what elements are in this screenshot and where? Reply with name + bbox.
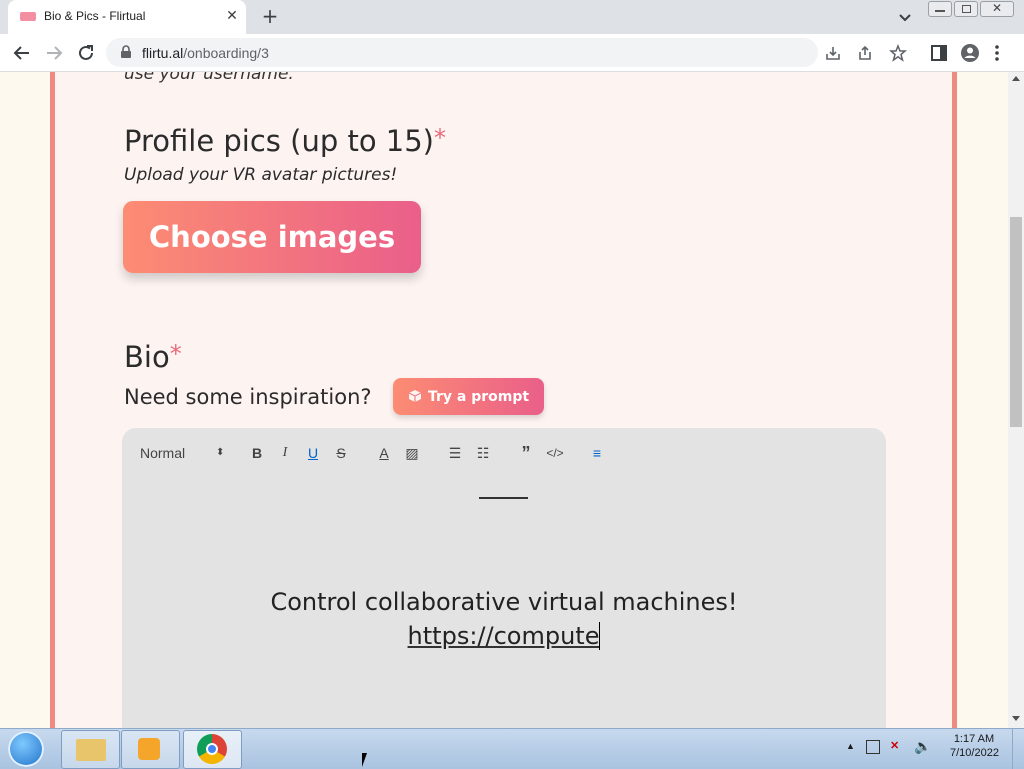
more-menu-icon[interactable] — [992, 42, 1002, 64]
install-app-icon[interactable] — [825, 45, 841, 61]
forward-arrow-icon[interactable] — [43, 42, 65, 64]
username-hint-text: use your username. — [124, 72, 294, 84]
page-scrollbar[interactable] — [1008, 72, 1024, 728]
try-a-prompt-button[interactable]: Try a prompt — [393, 378, 544, 415]
tab-search-chevron-icon[interactable] — [896, 8, 914, 26]
bio-link-text: https://compute — [407, 622, 600, 650]
show-hidden-icons-icon[interactable]: ▲ — [846, 741, 855, 751]
choose-images-button[interactable]: Choose images — [123, 201, 421, 273]
bullet-list-icon[interactable]: ☷ — [475, 444, 491, 462]
start-button[interactable] — [8, 731, 44, 767]
required-asterisk: * — [434, 124, 446, 152]
mouse-cursor — [362, 753, 367, 767]
bookmark-star-icon[interactable] — [889, 44, 907, 62]
windows-taskbar: ▲ ✕ 🔈 1:17 AM 7/10/2022 — [0, 728, 1024, 769]
close-window-icon: ✕ — [992, 1, 1003, 15]
tray-clock[interactable]: 1:17 AM 7/10/2022 — [950, 733, 999, 759]
select-arrows-icon: ⬍ — [216, 447, 225, 458]
bio-text-line-2: https://compute — [122, 622, 886, 650]
action-center-icon[interactable] — [866, 740, 880, 754]
profile-avatar-icon[interactable] — [959, 42, 981, 64]
inspiration-label: Need some inspiration? — [124, 385, 372, 409]
underline-icon[interactable]: U — [305, 444, 321, 462]
blockquote-icon[interactable]: ” — [518, 444, 534, 462]
restore-button[interactable] — [954, 1, 978, 17]
tab-title: Bio & Pics - Flirtual — [44, 9, 146, 23]
url-path: /onboarding/3 — [183, 45, 269, 61]
new-tab-icon[interactable]: + — [260, 6, 280, 26]
bio-rich-text-editor[interactable]: Normal ⬍ B I U S A ▨ ☰ ☷ ” </> ≡ Control … — [122, 428, 886, 728]
scrollbar-thumb[interactable] — [1010, 217, 1022, 427]
reload-icon[interactable] — [75, 42, 97, 64]
close-tab-icon[interactable]: ✕ — [224, 8, 240, 24]
page-viewport: use your username. Profile pics (up to 1… — [0, 72, 1008, 728]
show-desktop-button[interactable] — [1012, 729, 1024, 769]
close-window-button[interactable]: ✕ — [980, 1, 1014, 17]
ordered-list-icon[interactable]: ☰ — [447, 444, 463, 462]
chrome-icon — [197, 734, 227, 764]
folder-icon — [76, 739, 106, 761]
volume-icon[interactable]: 🔈 — [914, 738, 931, 755]
lock-icon[interactable] — [120, 45, 132, 59]
tab-strip: Bio & Pics - Flirtual ✕ + ✕ — [0, 0, 1024, 34]
cube-icon — [408, 389, 422, 402]
flirtual-favicon-icon — [20, 12, 36, 21]
profile-pics-title: Profile pics (up to 15) — [124, 124, 434, 158]
required-asterisk: * — [169, 340, 182, 368]
media-player-taskbar-button[interactable] — [121, 730, 180, 769]
code-block-icon[interactable]: </> — [546, 444, 564, 462]
browser-toolbar: flirtu.al/onboarding/3 — [0, 34, 1024, 72]
text-color-icon[interactable]: A — [376, 444, 392, 462]
url-text: flirtu.al/onboarding/3 — [142, 45, 269, 61]
strikethrough-icon[interactable]: S — [333, 444, 349, 462]
clock-date: 7/10/2022 — [950, 747, 999, 759]
address-bar[interactable]: flirtu.al/onboarding/3 — [106, 38, 907, 67]
try-a-prompt-label: Try a prompt — [427, 388, 530, 405]
bio-title: Bio — [124, 340, 170, 374]
profile-pics-subtitle: Upload your VR avatar pictures! — [124, 165, 398, 185]
explorer-taskbar-button[interactable] — [61, 730, 120, 769]
network-icon[interactable]: ✕ — [890, 739, 899, 752]
scroll-up-arrow-icon[interactable] — [1012, 76, 1020, 81]
format-select-value: Normal — [140, 445, 186, 461]
scroll-down-arrow-icon[interactable] — [1012, 716, 1020, 721]
back-arrow-icon[interactable] — [11, 42, 33, 64]
text-caret — [599, 622, 601, 650]
share-icon[interactable] — [857, 45, 873, 61]
italic-icon[interactable]: I — [277, 444, 293, 462]
url-host: flirtu.al — [142, 45, 184, 61]
format-select[interactable]: Normal ⬍ — [140, 444, 230, 462]
bio-text-line-1: Control collaborative virtual machines! — [270, 588, 738, 616]
side-panel-icon[interactable] — [928, 42, 950, 64]
media-player-icon — [138, 738, 160, 760]
editor-horizontal-rule — [479, 497, 528, 499]
browser-tab[interactable]: Bio & Pics - Flirtual ✕ — [8, 0, 246, 34]
align-center-icon[interactable]: ≡ — [589, 444, 605, 462]
bio-heading: Bio* — [124, 340, 182, 374]
minimize-button[interactable] — [928, 1, 952, 17]
bold-icon[interactable]: B — [249, 444, 265, 462]
background-color-icon[interactable]: ▨ — [404, 444, 420, 462]
clock-time: 1:17 AM — [953, 733, 995, 745]
profile-pics-heading: Profile pics (up to 15)* — [124, 124, 446, 158]
chrome-taskbar-button[interactable] — [183, 730, 242, 769]
